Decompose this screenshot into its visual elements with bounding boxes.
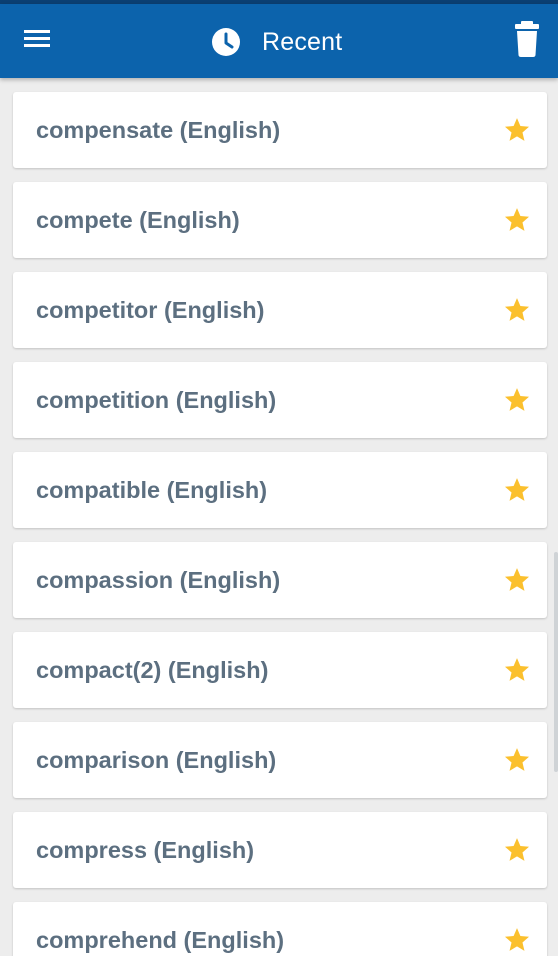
star-icon[interactable] <box>503 926 531 954</box>
list-item[interactable]: compassion (English) <box>13 542 547 618</box>
word-label: compete (English) <box>36 207 240 233</box>
word-label: comprehend (English) <box>36 927 285 953</box>
page-title: Recent <box>262 27 343 56</box>
word-label: compensate (English) <box>36 117 281 143</box>
word-label: compact(2) (English) <box>36 657 269 683</box>
star-icon[interactable] <box>503 386 531 414</box>
list-item[interactable]: comparison (English) <box>13 722 547 798</box>
word-label: comparison (English) <box>36 747 277 773</box>
list-item[interactable]: compensate (English) <box>13 92 547 168</box>
star-icon[interactable] <box>503 746 531 774</box>
star-icon[interactable] <box>503 656 531 684</box>
star-icon[interactable] <box>503 296 531 324</box>
app-bar: Recent <box>0 4 558 78</box>
list-item[interactable]: compact(2) (English) <box>13 632 547 708</box>
star-icon[interactable] <box>503 566 531 594</box>
word-label: competition (English) <box>36 387 277 413</box>
star-icon[interactable] <box>503 206 531 234</box>
word-label: competitor (English) <box>36 297 265 323</box>
star-icon[interactable] <box>503 116 531 144</box>
scrollbar[interactable] <box>554 552 558 772</box>
word-label: compatible (English) <box>36 477 268 503</box>
list-item[interactable]: compatible (English) <box>13 452 547 528</box>
trash-icon[interactable] <box>512 20 542 58</box>
star-icon[interactable] <box>503 476 531 504</box>
word-label: compassion (English) <box>36 567 281 593</box>
hamburger-menu-icon[interactable] <box>20 24 56 56</box>
list-item[interactable]: competitor (English) <box>13 272 547 348</box>
page-title-group: Recent <box>210 22 342 62</box>
clock-icon <box>212 28 240 56</box>
list-item[interactable]: compress (English) <box>13 812 547 888</box>
recent-list: compensate (English) compete (English) com… <box>0 78 558 956</box>
list-item[interactable]: competition (English) <box>13 362 547 438</box>
word-label: compress (English) <box>36 837 255 863</box>
star-icon[interactable] <box>503 836 531 864</box>
list-item[interactable]: compete (English) <box>13 182 547 258</box>
list-item[interactable]: comprehend (English) <box>13 902 547 956</box>
